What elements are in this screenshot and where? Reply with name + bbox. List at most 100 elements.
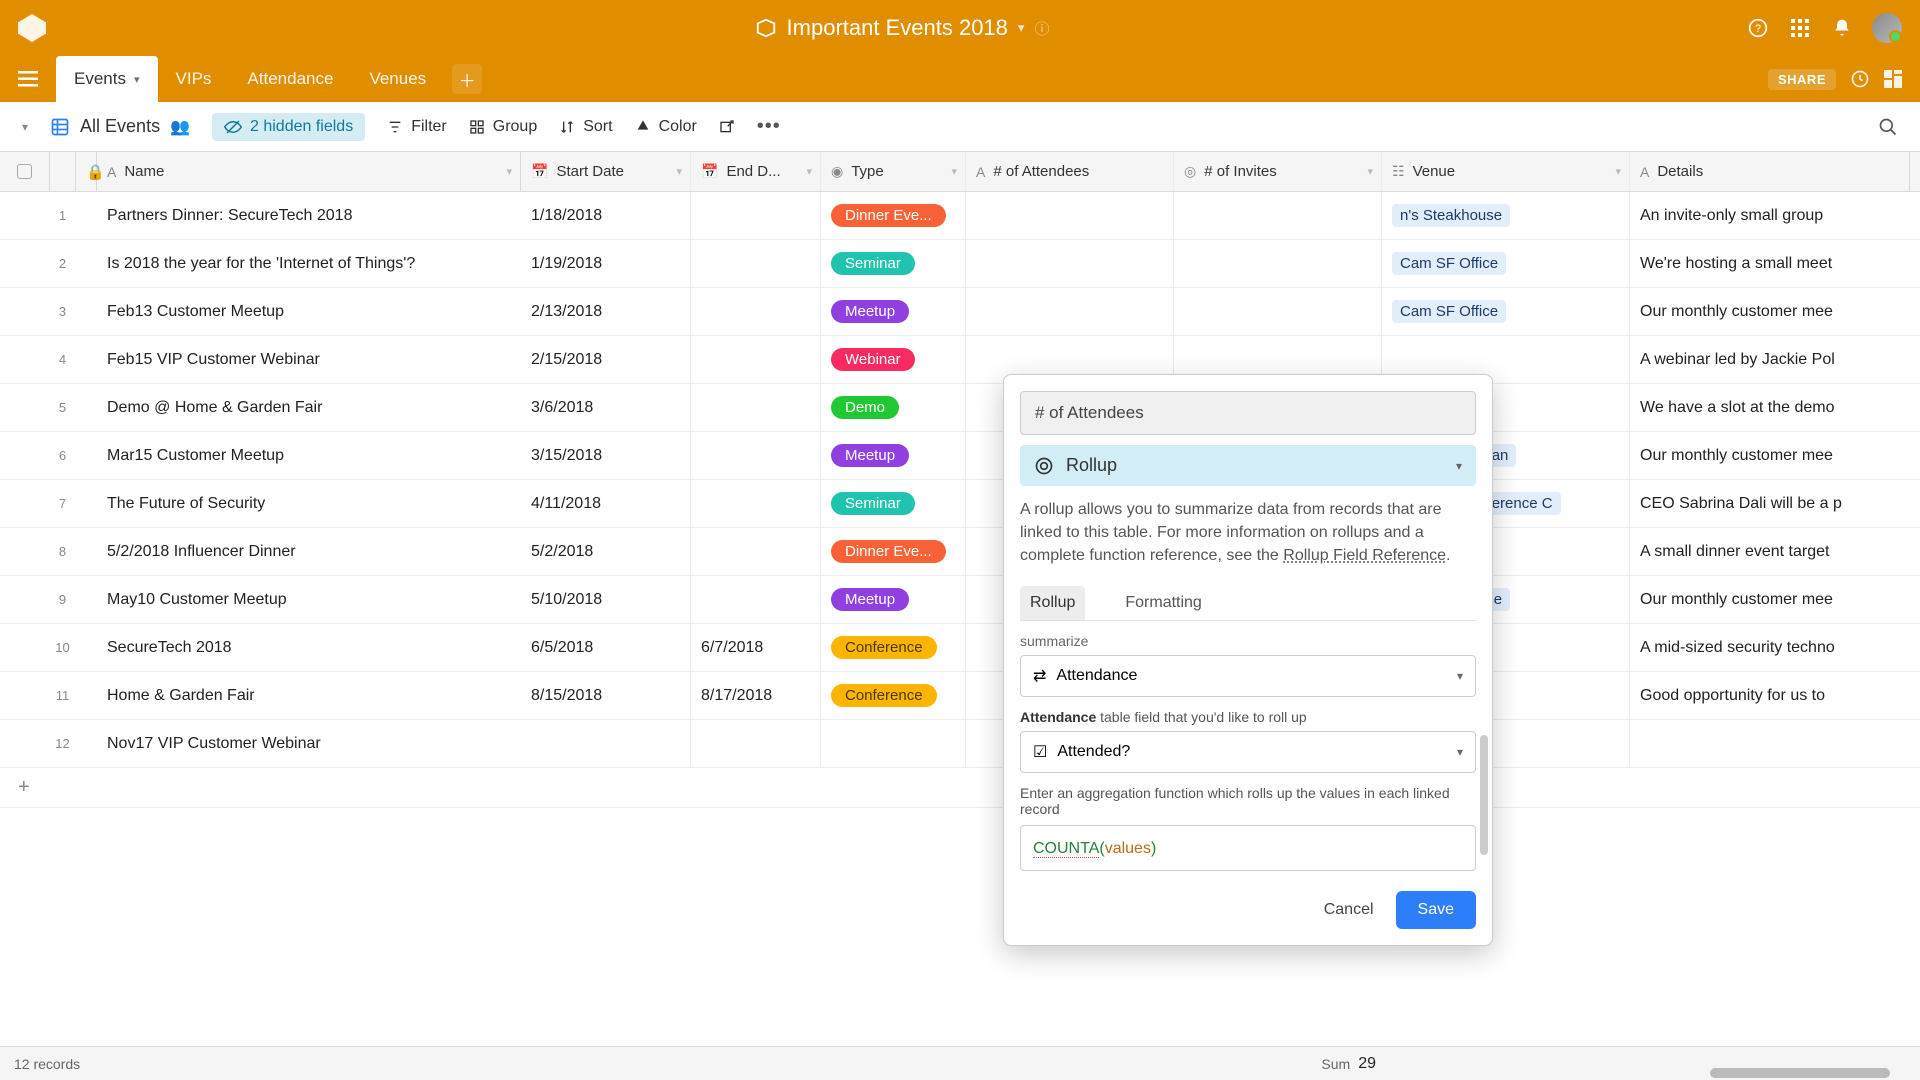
cell-details[interactable]: CEO Sabrina Dali will be a p bbox=[1630, 480, 1910, 527]
info-icon[interactable]: ⓘ bbox=[1034, 18, 1049, 39]
search-icon[interactable] bbox=[1878, 117, 1898, 137]
tab-venues[interactable]: Venues bbox=[351, 56, 444, 102]
tab-vips[interactable]: VIPs bbox=[158, 56, 230, 102]
history-icon[interactable] bbox=[1850, 69, 1870, 89]
chevron-down-icon[interactable]: ▾ bbox=[806, 165, 812, 178]
column-end-date[interactable]: 📅End D...▾ bbox=[691, 152, 821, 191]
table-row[interactable]: 85/2/2018 Influencer Dinner5/2/2018Dinne… bbox=[0, 528, 1920, 576]
cell-type[interactable]: Meetup bbox=[821, 576, 966, 623]
subtab-rollup[interactable]: Rollup bbox=[1020, 586, 1085, 620]
column-name[interactable]: AName▾ bbox=[97, 152, 521, 191]
cell-attendees[interactable] bbox=[966, 192, 1174, 239]
view-menu-caret[interactable]: ▾ bbox=[22, 120, 28, 134]
field-type-select[interactable]: Rollup ▾ bbox=[1020, 445, 1476, 486]
save-button[interactable]: Save bbox=[1396, 891, 1476, 929]
table-row[interactable]: 4Feb15 VIP Customer Webinar2/15/2018Webi… bbox=[0, 336, 1920, 384]
collaborators-icon[interactable]: 👥 bbox=[170, 117, 190, 137]
view-name[interactable]: All Events bbox=[80, 116, 160, 137]
cell-start[interactable]: 4/11/2018 bbox=[521, 480, 691, 527]
cell-type[interactable]: Meetup bbox=[821, 288, 966, 335]
cell-details[interactable]: A small dinner event target bbox=[1630, 528, 1910, 575]
table-row[interactable]: 3Feb13 Customer Meetup2/13/2018MeetupCam… bbox=[0, 288, 1920, 336]
apps-icon[interactable] bbox=[1788, 16, 1812, 40]
cell-end[interactable] bbox=[691, 240, 821, 287]
table-row[interactable]: 10SecureTech 20186/5/20186/7/2018Confere… bbox=[0, 624, 1920, 672]
cell-venue[interactable]: n's Steakhouse bbox=[1382, 192, 1630, 239]
cell-name[interactable]: Home & Garden Fair bbox=[97, 672, 521, 719]
cell-attendees[interactable] bbox=[966, 240, 1174, 287]
cell-type[interactable]: Seminar bbox=[821, 240, 966, 287]
tab-attendance[interactable]: Attendance bbox=[229, 56, 351, 102]
cell-start[interactable]: 6/5/2018 bbox=[521, 624, 691, 671]
cell-name[interactable]: 5/2/2018 Influencer Dinner bbox=[97, 528, 521, 575]
field-name-input[interactable] bbox=[1020, 391, 1476, 435]
cell-details[interactable]: A mid-sized security techno bbox=[1630, 624, 1910, 671]
column-details[interactable]: ADetails bbox=[1630, 152, 1910, 191]
cell-end[interactable] bbox=[691, 288, 821, 335]
cell-invites[interactable] bbox=[1174, 288, 1382, 335]
cell-end[interactable] bbox=[691, 480, 821, 527]
cell-type[interactable]: Meetup bbox=[821, 432, 966, 479]
sort-button[interactable]: Sort bbox=[559, 118, 612, 136]
cancel-button[interactable]: Cancel bbox=[1316, 891, 1382, 929]
cell-name[interactable]: May10 Customer Meetup bbox=[97, 576, 521, 623]
cell-type[interactable]: Dinner Eve... bbox=[821, 192, 966, 239]
cell-venue[interactable]: Cam SF Office bbox=[1382, 288, 1630, 335]
cell-details[interactable]: We have a slot at the demo bbox=[1630, 384, 1910, 431]
cell-end[interactable]: 6/7/2018 bbox=[691, 624, 821, 671]
cell-name[interactable]: Feb15 VIP Customer Webinar bbox=[97, 336, 521, 383]
summarize-table-select[interactable]: ⇄ Attendance ▾ bbox=[1020, 655, 1476, 697]
table-row[interactable]: 9May10 Customer Meetup5/10/2018Meetupn's… bbox=[0, 576, 1920, 624]
cell-details[interactable]: We're hosting a small meet bbox=[1630, 240, 1910, 287]
cell-type[interactable]: Dinner Eve... bbox=[821, 528, 966, 575]
cell-end[interactable]: 8/17/2018 bbox=[691, 672, 821, 719]
cell-end[interactable] bbox=[691, 192, 821, 239]
base-caret-icon[interactable]: ▾ bbox=[1018, 20, 1025, 36]
chevron-down-icon[interactable]: ▾ bbox=[1457, 745, 1463, 759]
cell-details[interactable]: Good opportunity for us to bbox=[1630, 672, 1910, 719]
cell-start[interactable]: 3/6/2018 bbox=[521, 384, 691, 431]
cell-venue[interactable]: Cam SF Office bbox=[1382, 240, 1630, 287]
chevron-down-icon[interactable]: ▾ bbox=[1457, 669, 1463, 683]
rollup-reference-link[interactable]: Rollup Field Reference bbox=[1283, 547, 1446, 564]
cell-end[interactable] bbox=[691, 576, 821, 623]
scrollbar-thumb[interactable] bbox=[1480, 735, 1488, 855]
cell-name[interactable]: Mar15 Customer Meetup bbox=[97, 432, 521, 479]
table-row[interactable]: 1Partners Dinner: SecureTech 20181/18/20… bbox=[0, 192, 1920, 240]
column-summary[interactable]: Sum 29 bbox=[1321, 1055, 1376, 1073]
cell-end[interactable] bbox=[691, 336, 821, 383]
cell-type[interactable]: Conference bbox=[821, 624, 966, 671]
chevron-down-icon[interactable]: ▾ bbox=[134, 73, 140, 86]
table-row[interactable]: 11Home & Garden Fair8/15/20188/17/2018Co… bbox=[0, 672, 1920, 720]
cell-name[interactable]: Partners Dinner: SecureTech 2018 bbox=[97, 192, 521, 239]
hidden-fields-button[interactable]: 2 hidden fields bbox=[212, 113, 365, 141]
add-row-button[interactable]: + bbox=[0, 768, 1920, 808]
chevron-down-icon[interactable]: ▾ bbox=[951, 165, 957, 178]
cell-type[interactable] bbox=[821, 720, 966, 767]
app-logo[interactable] bbox=[18, 14, 46, 42]
share-button[interactable]: SHARE bbox=[1768, 69, 1836, 90]
chevron-down-icon[interactable]: ▾ bbox=[1367, 165, 1373, 178]
cell-name[interactable]: The Future of Security bbox=[97, 480, 521, 527]
share-view-icon[interactable] bbox=[719, 119, 735, 135]
avatar[interactable] bbox=[1872, 13, 1902, 43]
cell-type[interactable]: Seminar bbox=[821, 480, 966, 527]
cell-name[interactable]: Feb13 Customer Meetup bbox=[97, 288, 521, 335]
cell-name[interactable]: Demo @ Home & Garden Fair bbox=[97, 384, 521, 431]
chevron-down-icon[interactable]: ▾ bbox=[1615, 165, 1621, 178]
subtab-formatting[interactable]: Formatting bbox=[1115, 586, 1211, 620]
cell-start[interactable]: 5/10/2018 bbox=[521, 576, 691, 623]
rollup-field-select[interactable]: ☑ Attended? ▾ bbox=[1020, 731, 1476, 773]
cell-name[interactable]: Is 2018 the year for the 'Internet of Th… bbox=[97, 240, 521, 287]
cell-name[interactable]: Nov17 VIP Customer Webinar bbox=[97, 720, 521, 767]
select-all-checkbox[interactable] bbox=[0, 152, 50, 191]
cell-invites[interactable] bbox=[1174, 192, 1382, 239]
chevron-down-icon[interactable]: ▾ bbox=[676, 165, 682, 178]
cell-start[interactable]: 2/15/2018 bbox=[521, 336, 691, 383]
menu-icon[interactable] bbox=[18, 71, 38, 87]
cell-invites[interactable] bbox=[1174, 240, 1382, 287]
cell-end[interactable] bbox=[691, 528, 821, 575]
chevron-down-icon[interactable]: ▾ bbox=[506, 165, 512, 178]
base-title[interactable]: Important Events 2018 bbox=[787, 15, 1008, 41]
column-venue[interactable]: ☷Venue▾ bbox=[1382, 152, 1630, 191]
